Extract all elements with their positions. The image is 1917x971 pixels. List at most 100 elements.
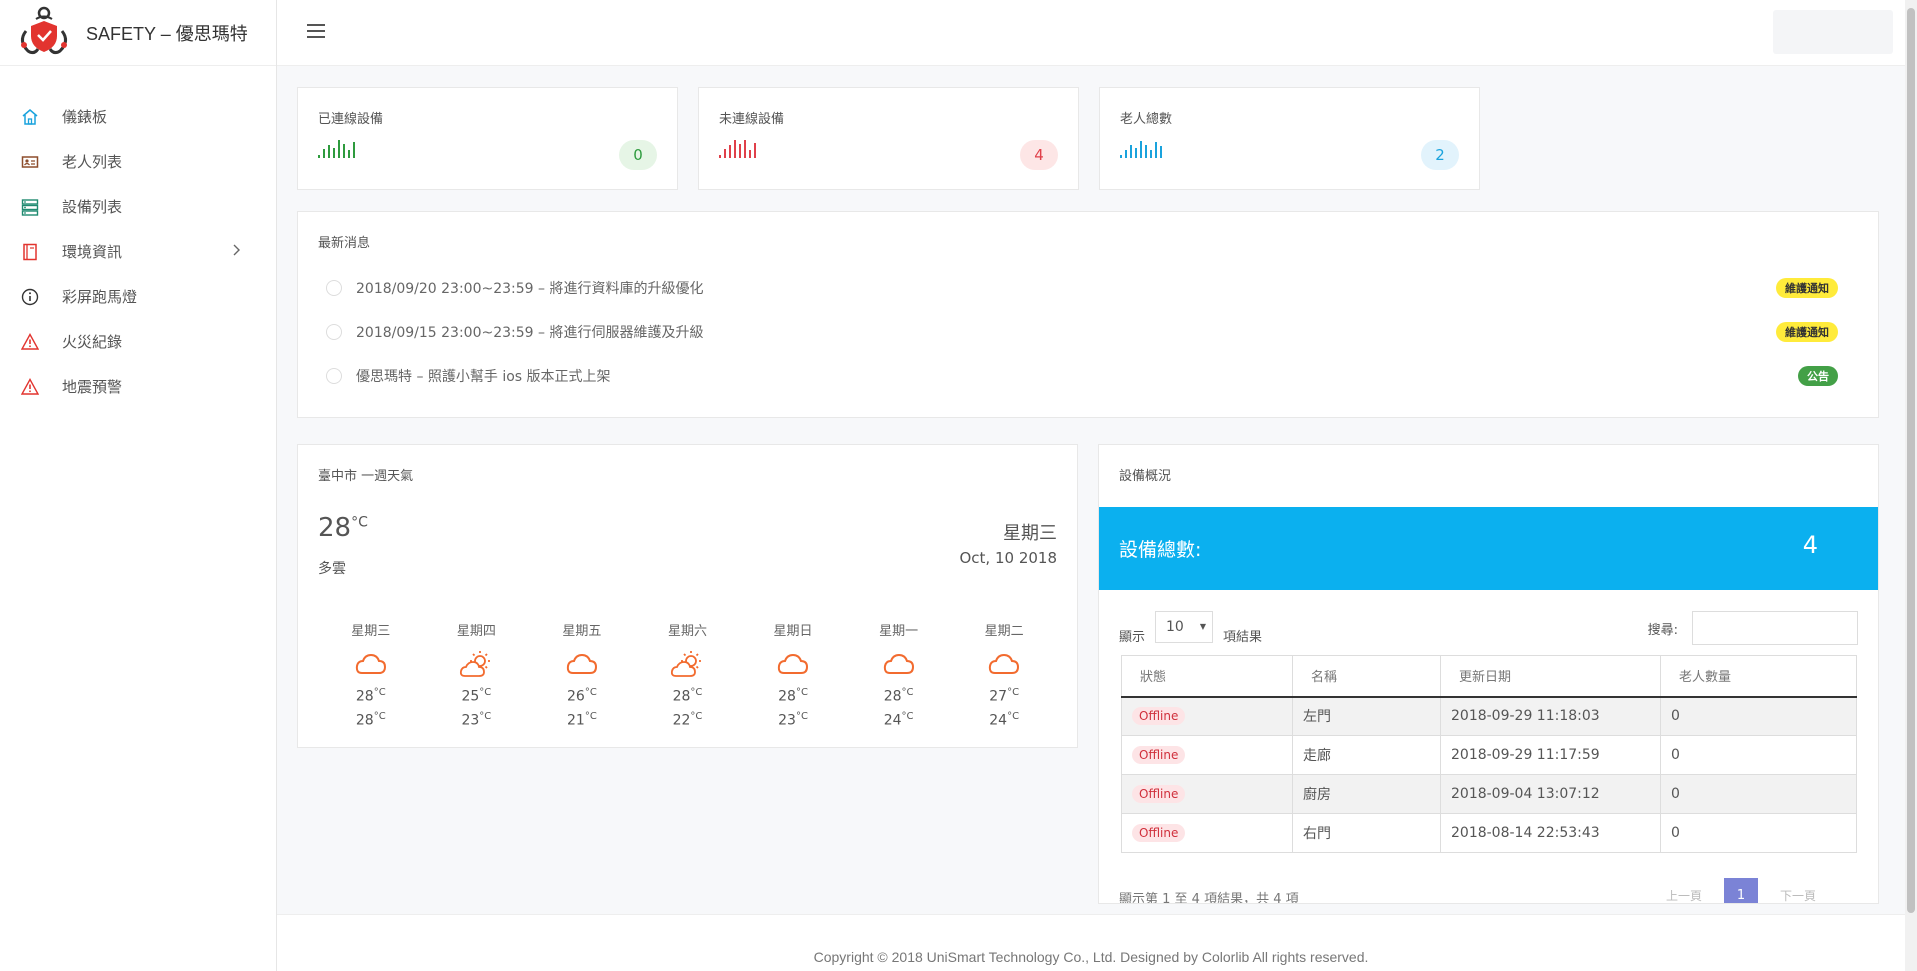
forecast-day: 星期三 28°C 28°C: [331, 620, 411, 730]
forecast-day: 星期一 28°C 24°C: [859, 620, 939, 730]
user-area[interactable]: [1773, 10, 1893, 54]
sidebar-item-environment[interactable]: 環境資訊: [0, 229, 276, 274]
sidebar-item-label: 設備列表: [62, 198, 123, 216]
forecast-low: 23°C: [778, 710, 808, 729]
devices-card: 設備概況 設備總數: 4 顯示 10 項結果 搜尋: 狀態 名稱 更新日期 老人…: [1098, 444, 1879, 904]
table-controls: 顯示 10 項結果 搜尋:: [1119, 611, 1858, 645]
home-icon: [20, 107, 40, 127]
devices-title: 設備概況: [1119, 469, 1172, 484]
page-size-control: 顯示 10 項結果: [1119, 611, 1263, 651]
cloud-icon: [989, 653, 1020, 674]
forecast-day: 星期二 27°C 24°C: [964, 620, 1044, 730]
news-text: 2018/09/20 23:00~23:59 – 將進行資料庫的升級優化: [356, 281, 704, 297]
forecast-high: 28°C: [355, 687, 386, 705]
forecast-low: 24°C: [989, 710, 1020, 729]
news-item[interactable]: 優思瑪特 – 照護小幫手 ios 版本正式上架 公告: [326, 364, 1838, 388]
news-item[interactable]: 2018/09/15 23:00~23:59 – 將進行伺服器維護及升級 維護通…: [326, 320, 1838, 344]
prev-page-button[interactable]: 上一頁: [1666, 887, 1702, 904]
warning-icon: [20, 332, 40, 352]
news-tag: 維護通知: [1776, 322, 1838, 342]
next-page-button[interactable]: 下一頁: [1780, 887, 1816, 904]
id-card-icon: [20, 152, 40, 172]
table-row[interactable]: Offline 左門 2018-09-29 11:18:03 0: [1121, 696, 1857, 736]
forecast-low: 22°C: [672, 710, 703, 729]
page-scrollbar[interactable]: [1905, 0, 1917, 971]
info-icon: [20, 287, 40, 307]
cloud-icon: [777, 653, 809, 674]
footer: Copyright © 2018 UniSmart Technology Co.…: [277, 914, 1905, 971]
sidebar-item-label: 老人列表: [62, 153, 123, 171]
forecast-weekday: 星期一: [879, 624, 919, 639]
news-radio[interactable]: [326, 324, 342, 340]
forecast-weekday: 星期五: [562, 624, 602, 639]
page-size-select[interactable]: 10: [1155, 611, 1214, 643]
current-page-button[interactable]: 1: [1723, 878, 1758, 903]
devices-table: 狀態 名稱 更新日期 老人數量 Offline 左門 2018-09-29 11:1…: [1121, 655, 1857, 853]
news-title: 最新消息: [318, 236, 371, 251]
sidebar-item-marquee[interactable]: 彩屏跑馬燈: [0, 274, 276, 319]
news-item[interactable]: 2018/09/20 23:00~23:59 – 將進行資料庫的升級優化 維護通…: [326, 276, 1838, 300]
table-row[interactable]: Offline 走廊 2018-09-29 11:17:59 0: [1121, 735, 1857, 775]
column-header-name[interactable]: 名稱: [1292, 655, 1441, 698]
server-icon: [20, 197, 40, 217]
results-label: 項結果: [1223, 629, 1263, 645]
sidebar: SAFETY – 優思瑪特 儀錶板 老人列表 設備列表 環境資訊 彩屏跑馬燈 火…: [0, 0, 277, 971]
scrollbar-thumb[interactable]: [1907, 8, 1915, 913]
footer-copyright: Copyright © 2018 UniSmart Technology Co.…: [813, 949, 1369, 965]
weather-date: Oct, 10 2018: [959, 549, 1058, 567]
news-text: 優思瑪特 – 照護小幫手 ios 版本正式上架: [356, 369, 611, 385]
news-radio[interactable]: [326, 368, 342, 384]
forecast-weekday: 星期日: [773, 624, 813, 639]
stat-label: 未連線設備: [719, 112, 785, 127]
forecast-day: 星期六 28°C 22°C: [647, 620, 727, 730]
weekly-forecast: 星期三 28°C 28°C 星期四 25°C 23°C 星期五 26°C 21°C 星期六 28°C…: [318, 620, 1057, 730]
sun-cloud-icon: [460, 651, 491, 677]
pagination: 上一頁 1 下一頁: [1644, 878, 1838, 904]
cloud-icon: [355, 653, 386, 674]
brand-logo-icon: [21, 6, 67, 54]
brand-title: SAFETY – 優思瑪特: [86, 23, 248, 44]
sidebar-item-devices[interactable]: 設備列表: [0, 184, 276, 229]
sidebar-item-fire-records[interactable]: 火災紀錄: [0, 319, 276, 364]
news-radio[interactable]: [326, 280, 342, 296]
column-header-updated[interactable]: 更新日期: [1440, 655, 1661, 698]
sun-cloud-icon: [671, 651, 702, 677]
column-header-status[interactable]: 狀態: [1121, 655, 1293, 698]
cell-status: Offline: [1121, 774, 1293, 814]
forecast-high: 28°C: [672, 687, 703, 705]
forecast-day: 星期日 28°C 23°C: [753, 620, 833, 730]
search-input[interactable]: [1692, 611, 1858, 645]
stat-value-badge: 2: [1421, 140, 1459, 170]
forecast-low: 23°C: [461, 710, 492, 729]
sidebar-item-elders[interactable]: 老人列表: [0, 139, 276, 184]
forecast-weekday: 星期四: [456, 624, 496, 639]
stat-label: 已連線設備: [318, 112, 384, 127]
forecast-low: 28°C: [355, 710, 386, 729]
weather-condition: 多雲: [318, 561, 346, 577]
forecast-weekday: 星期六: [667, 624, 707, 639]
device-total-banner: 設備總數: 4: [1099, 507, 1878, 590]
column-header-elder-count[interactable]: 老人數量: [1660, 655, 1857, 698]
cell-updated: 2018-08-14 22:53:43: [1440, 813, 1661, 853]
weather-weekday: 星期三: [1003, 523, 1057, 544]
sidebar-item-earthquake-alert[interactable]: 地震預警: [0, 364, 276, 409]
weather-card: 臺中市 一週天氣 28°C 多雲 星期三 Oct, 10 2018 星期三 28°…: [297, 444, 1078, 748]
brand[interactable]: SAFETY – 優思瑪特: [0, 0, 276, 66]
news-card: 最新消息 2018/09/20 23:00~23:59 – 將進行資料庫的升級優…: [297, 211, 1879, 418]
sidebar-item-label: 火災紀錄: [62, 333, 123, 351]
forecast-high: 27°C: [989, 687, 1020, 705]
sidebar-item-dashboard[interactable]: 儀錶板: [0, 94, 276, 139]
book-icon: [20, 242, 40, 262]
table-info: 顯示第 1 至 4 項結果，共 4 項: [1119, 892, 1299, 904]
news-tag: 維護通知: [1776, 278, 1838, 298]
news-text: 2018/09/15 23:00~23:59 – 將進行伺服器維護及升級: [356, 325, 704, 341]
cell-status: Offline: [1121, 813, 1293, 853]
table-row[interactable]: Offline 右門 2018-08-14 22:53:43 0: [1121, 813, 1857, 853]
menu-toggle-icon[interactable]: [307, 24, 325, 38]
cell-elder-count: 0: [1660, 813, 1857, 853]
stat-value-badge: 4: [1020, 140, 1058, 170]
cell-status: Offline: [1121, 735, 1293, 775]
weather-title: 臺中市 一週天氣: [318, 469, 414, 484]
current-temperature: 28°C: [318, 513, 368, 543]
table-row[interactable]: Offline 廚房 2018-09-04 13:07:12 0: [1121, 774, 1857, 814]
